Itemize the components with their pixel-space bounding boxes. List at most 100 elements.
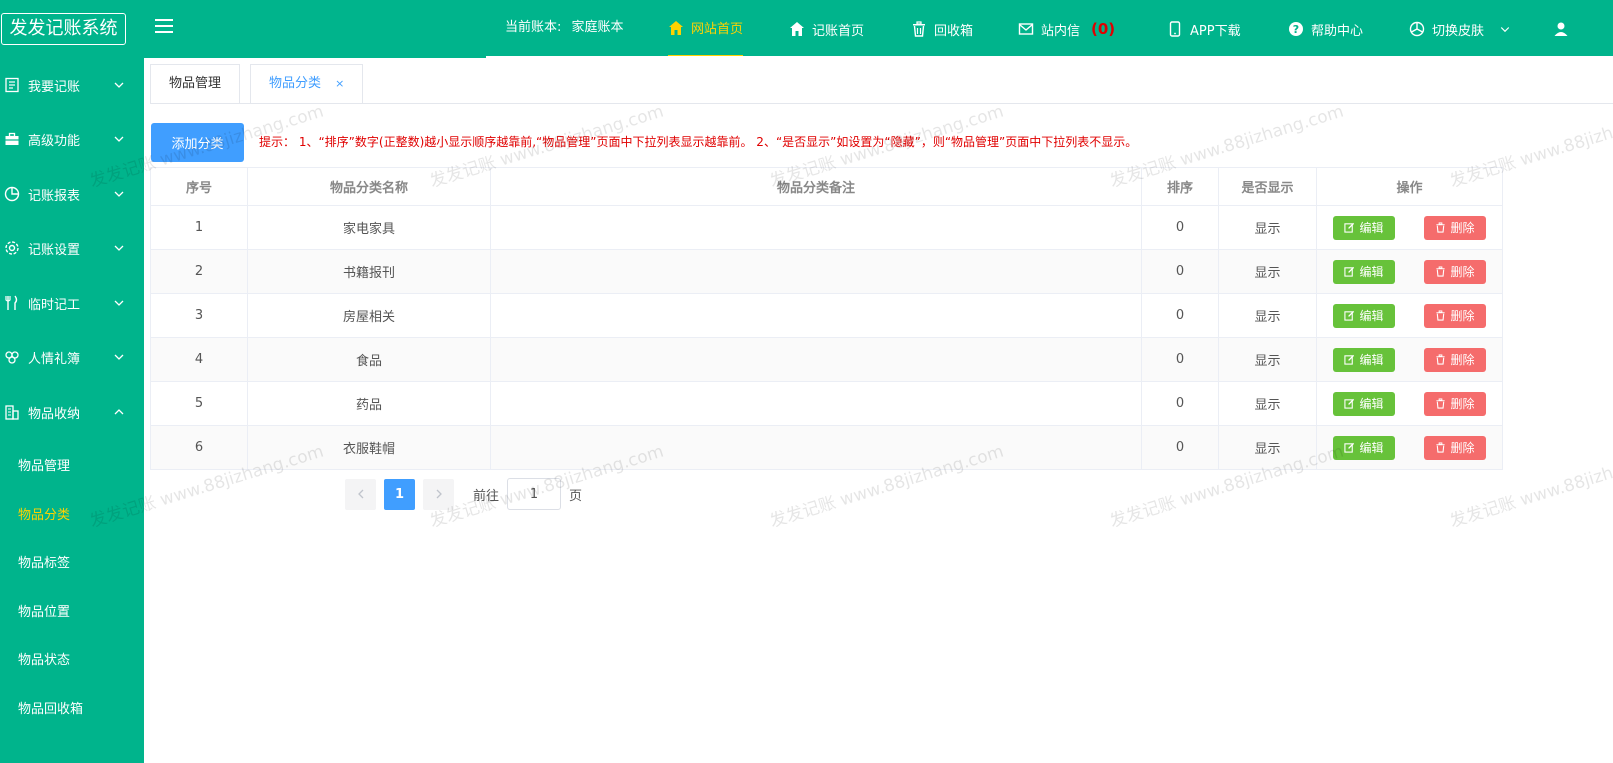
sidebar-item-item-category[interactable]: 物品分类 bbox=[18, 504, 70, 523]
cell-actions: 编辑 删除 bbox=[1316, 337, 1503, 382]
cell-note bbox=[490, 205, 1142, 250]
close-icon[interactable]: × bbox=[335, 77, 344, 90]
chevron-down-icon bbox=[114, 136, 124, 142]
tab-item-category[interactable]: 物品分类 × bbox=[250, 64, 364, 104]
briefcase-icon bbox=[5, 132, 19, 145]
sidebar-group-gift-book[interactable]: 人情礼簿 bbox=[0, 330, 144, 384]
edit-button[interactable]: 编辑 bbox=[1333, 215, 1395, 240]
cell-actions: 编辑 删除 bbox=[1316, 293, 1503, 338]
nav-help-center[interactable]: ? 帮助中心 bbox=[1288, 0, 1363, 58]
nav-ledger-home[interactable]: 记账首页 bbox=[789, 0, 864, 58]
delete-label: 删除 bbox=[1450, 397, 1475, 411]
delete-label: 删除 bbox=[1450, 221, 1475, 235]
sidebar-item-item-recycle[interactable]: 物品回收箱 bbox=[18, 698, 83, 717]
sidebar-group-temp-work[interactable]: 临时记工 bbox=[0, 276, 144, 330]
page-number-button[interactable]: 1 bbox=[384, 478, 415, 510]
column-header: 排序 bbox=[1141, 167, 1219, 206]
cell-note bbox=[490, 381, 1142, 426]
next-page-button[interactable] bbox=[423, 478, 454, 510]
nav-switch-skin[interactable]: 切换皮肤 bbox=[1409, 0, 1511, 58]
add-category-button[interactable]: 添加分类 bbox=[151, 123, 244, 162]
help-icon: ? bbox=[1289, 22, 1303, 36]
sidebar-item-item-status[interactable]: 物品状态 bbox=[18, 649, 70, 668]
user-avatar[interactable] bbox=[1553, 0, 1569, 58]
edit-label: 编辑 bbox=[1359, 265, 1384, 279]
trash-icon bbox=[1436, 266, 1446, 277]
edit-label: 编辑 bbox=[1359, 221, 1384, 235]
cell-no: 5 bbox=[150, 381, 248, 426]
table-row: 2 书籍报刊 0 显示 编辑 删除 bbox=[150, 249, 1503, 294]
delete-button[interactable]: 删除 bbox=[1424, 391, 1486, 416]
edit-button[interactable]: 编辑 bbox=[1333, 435, 1395, 460]
delete-button[interactable]: 删除 bbox=[1424, 347, 1486, 372]
cell-no: 4 bbox=[150, 337, 248, 382]
edit-button[interactable]: 编辑 bbox=[1333, 259, 1395, 284]
column-header: 序号 bbox=[150, 167, 248, 206]
sidebar-group-storage[interactable]: 物品收纳 bbox=[0, 385, 144, 439]
message-count-badge: (0) bbox=[1091, 20, 1116, 38]
sidebar-group-reports[interactable]: 记账报表 bbox=[0, 167, 144, 221]
nav-recycle-bin[interactable]: 回收箱 bbox=[911, 0, 973, 58]
sidebar-item-item-location[interactable]: 物品位置 bbox=[18, 601, 70, 620]
palette-icon bbox=[1409, 21, 1425, 37]
chevron-up-icon bbox=[114, 409, 124, 415]
delete-button[interactable]: 删除 bbox=[1424, 259, 1486, 284]
edit-label: 编辑 bbox=[1359, 441, 1384, 455]
chevron-down-icon bbox=[114, 354, 124, 360]
cell-note bbox=[490, 425, 1142, 470]
sidebar-group-bookkeeping[interactable]: 我要记账 bbox=[0, 58, 144, 112]
site-logo[interactable]: 发发记账系统 bbox=[1, 13, 126, 45]
nav-label: APP下载 bbox=[1190, 23, 1241, 39]
nav-app-download[interactable]: APP下载 bbox=[1167, 0, 1241, 58]
edit-button[interactable]: 编辑 bbox=[1333, 303, 1395, 328]
goto-page-input[interactable] bbox=[507, 478, 562, 510]
table-row: 1 家电家具 0 显示 编辑 删除 bbox=[150, 205, 1503, 250]
cell-show: 显示 bbox=[1218, 425, 1317, 470]
edit-button[interactable]: 编辑 bbox=[1333, 391, 1395, 416]
edit-label: 编辑 bbox=[1359, 353, 1384, 367]
cell-actions: 编辑 删除 bbox=[1316, 249, 1503, 294]
tip-text: 提示： 1、“排序”数字(正整数)越小显示顺序越靠前,“物品管理”页面中下拉列表… bbox=[259, 135, 1138, 149]
cell-name: 药品 bbox=[247, 381, 491, 426]
delete-button[interactable]: 删除 bbox=[1424, 435, 1486, 460]
sidebar-group-settings[interactable]: 记账设置 bbox=[0, 221, 144, 275]
edit-icon bbox=[1344, 310, 1355, 321]
category-table: 序号 物品分类名称 物品分类备注 排序 是否显示 操作 1 家电家具 0 显示 编辑 删除… bbox=[150, 167, 1503, 470]
cell-name: 书籍报刊 bbox=[247, 249, 491, 294]
sidebar-item-item-tags[interactable]: 物品标签 bbox=[18, 552, 70, 571]
delete-button[interactable]: 删除 bbox=[1424, 215, 1486, 240]
cell-note bbox=[490, 293, 1142, 338]
edit-button[interactable]: 编辑 bbox=[1333, 347, 1395, 372]
column-header: 物品分类名称 bbox=[247, 167, 491, 206]
cell-show: 显示 bbox=[1218, 337, 1317, 382]
table-row: 4 食品 0 显示 编辑 删除 bbox=[150, 337, 1503, 382]
chevron-down-icon bbox=[114, 300, 124, 306]
prev-page-button[interactable] bbox=[345, 478, 376, 510]
pie-chart-icon bbox=[4, 186, 20, 202]
account-label: 当前账本: bbox=[505, 20, 562, 35]
nav-messages[interactable]: 站内信 (0) bbox=[1018, 0, 1115, 58]
sidebar-group-label: 物品收纳 bbox=[28, 406, 81, 422]
cell-no: 3 bbox=[150, 293, 248, 338]
cell-sort: 0 bbox=[1141, 425, 1219, 470]
trash-icon bbox=[913, 21, 925, 37]
nav-label: 站内信 bbox=[1041, 23, 1081, 39]
nav-site-home[interactable]: 网站首页 bbox=[668, 0, 744, 58]
tab-item-management[interactable]: 物品管理 bbox=[150, 64, 241, 104]
sidebar-group-label: 高级功能 bbox=[28, 133, 81, 149]
building-icon bbox=[5, 405, 19, 420]
cell-sort: 0 bbox=[1141, 337, 1219, 382]
cell-sort: 0 bbox=[1141, 249, 1219, 294]
home-icon bbox=[790, 22, 804, 36]
table-row: 3 房屋相关 0 显示 编辑 删除 bbox=[150, 293, 1503, 338]
sidebar-group-advanced[interactable]: 高级功能 bbox=[0, 112, 144, 166]
delete-button[interactable]: 删除 bbox=[1424, 303, 1486, 328]
cell-note bbox=[490, 249, 1142, 294]
sidebar: 我要记账 高级功能 记账报表 记账设置 临时记工 人情礼簿 物品收纳 物品管理 … bbox=[0, 58, 144, 763]
cell-actions: 编辑 删除 bbox=[1316, 381, 1503, 426]
menu-toggle-icon[interactable] bbox=[155, 19, 173, 37]
phone-icon bbox=[1169, 21, 1181, 37]
sidebar-item-item-management[interactable]: 物品管理 bbox=[18, 455, 70, 474]
current-account: 当前账本: 家庭账本 bbox=[505, 0, 624, 58]
sidebar-group-label: 记账设置 bbox=[28, 242, 81, 258]
